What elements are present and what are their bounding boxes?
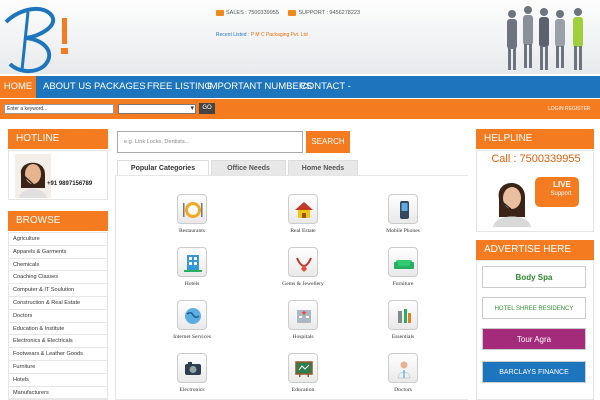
- service-item[interactable]: Footwears & Leather Goods: [9, 348, 107, 361]
- category-label: Mobile Phones: [386, 228, 420, 234]
- hotline-number: +91 9897156789: [47, 181, 93, 187]
- nav-free-listing[interactable]: FREE LISTING: [147, 76, 212, 98]
- category-label: Restaurants: [178, 228, 206, 234]
- business-people-image: [507, 6, 583, 70]
- house-icon: [295, 202, 313, 218]
- live-badge-top: LIVE: [553, 180, 571, 189]
- category-label: Electronics: [179, 387, 205, 393]
- tab-popular-categories[interactable]: Popular Categories: [117, 160, 209, 175]
- go-button[interactable]: GO: [199, 103, 215, 114]
- category-restaurants[interactable]: Restaurants: [152, 194, 232, 234]
- nav-important-numbers[interactable]: IMPORTANT NUMBERS: [207, 76, 312, 98]
- category-label: Hospitals: [292, 334, 314, 340]
- hotline-box: +91 9897156789: [8, 150, 108, 200]
- nav-contact[interactable]: CONTACT -: [300, 76, 351, 98]
- sales-number: SALES : 7500339955: [226, 10, 279, 17]
- advertise-box: Body Spa HOTEL SHREE RESIDENCY Tour Agra…: [476, 260, 594, 400]
- category-grid: Restaurants Real Estate Mobile Phones Ho…: [115, 175, 468, 400]
- support-number: SUPPORT : 9456278223: [298, 10, 360, 17]
- helpline-title: HELPLINE: [476, 129, 594, 149]
- camera-icon: [185, 362, 201, 375]
- main-nav: HOME ABOUT US PACKAGES FREE LISTING IMPO…: [0, 76, 600, 98]
- keyword-input[interactable]: Enter a keyword...: [4, 104, 114, 114]
- service-item[interactable]: Doctors: [9, 310, 107, 323]
- browse-services-title: BROWSE SERVICES: [8, 211, 108, 246]
- service-item[interactable]: Construction & Real Estate: [9, 297, 107, 310]
- operator-avatar: [15, 154, 51, 198]
- service-item[interactable]: Furniture: [9, 361, 107, 374]
- sofa-icon: [394, 260, 414, 269]
- hotline-title: HOTLINE: [8, 129, 108, 149]
- category-label: Education: [291, 387, 315, 393]
- recent-listed: Recent Listed : P M C Packaging Pvt. Ltd: [216, 32, 308, 38]
- helpline-box: Call : 7500339955 LIVE Support: [476, 150, 594, 232]
- tab-office-needs[interactable]: Office Needs: [211, 160, 286, 175]
- category-label: Essentials: [391, 334, 415, 340]
- service-item[interactable]: Coaching Classes: [9, 271, 107, 285]
- category-electronics[interactable]: Electronics: [152, 353, 232, 393]
- essentials-icon: [398, 309, 411, 323]
- jewellery-icon: [296, 257, 312, 272]
- category-label: Furniture: [392, 281, 414, 287]
- service-item[interactable]: Chemicals: [9, 259, 107, 272]
- main-search-input[interactable]: e.g. Link Locks, Dentists...: [117, 131, 303, 153]
- service-item[interactable]: Electronics & Electricals: [9, 335, 107, 349]
- service-item[interactable]: Education & Institute: [9, 323, 107, 336]
- hospital-icon: [297, 310, 311, 323]
- mobile-phone-icon: [400, 201, 409, 219]
- globe-icon: [185, 308, 201, 324]
- category-internet-services[interactable]: Internet Services: [152, 300, 232, 340]
- service-item[interactable]: Manufacturers: [9, 387, 107, 400]
- category-label: Gems & Jewellery: [282, 281, 324, 287]
- service-item[interactable]: Hotels: [9, 374, 107, 387]
- category-essentials[interactable]: Essentials: [363, 300, 443, 340]
- category-furniture[interactable]: Furniture: [363, 247, 443, 287]
- category-real-estate[interactable]: Real Estate: [263, 194, 343, 234]
- contact-info: SALES : 7500339955 SUPPORT : 9456278223: [216, 10, 368, 16]
- category-select[interactable]: [118, 104, 196, 114]
- nav-home[interactable]: HOME: [0, 76, 36, 98]
- ad-banner-tour-agra[interactable]: Tour Agra: [482, 328, 586, 350]
- service-item[interactable]: Computer & IT Soulution: [9, 284, 107, 297]
- register-link[interactable]: REGISTER: [565, 106, 591, 112]
- search-button[interactable]: SEARCH: [306, 131, 350, 153]
- category-label: Doctors: [394, 387, 412, 393]
- site-header: SALES : 7500339955 SUPPORT : 9456278223 …: [0, 0, 600, 74]
- service-item[interactable]: Agriculture: [9, 233, 107, 246]
- category-hospitals[interactable]: Hospitals: [263, 300, 343, 340]
- login-link[interactable]: LOGIN: [548, 106, 564, 112]
- phone-icon: [288, 10, 297, 16]
- recent-label: Recent Listed :: [216, 32, 250, 38]
- category-education[interactable]: Education: [263, 353, 343, 393]
- ad-banner-body-spa[interactable]: Body Spa: [482, 266, 586, 288]
- auth-links: LOGIN REGISTER: [548, 106, 591, 112]
- advertise-title: ADVERTISE HERE: [476, 240, 594, 260]
- category-mobile-phones[interactable]: Mobile Phones: [363, 194, 443, 234]
- doctor-icon: [397, 361, 411, 379]
- phone-icon: [216, 10, 224, 16]
- category-label: Internet Services: [173, 334, 211, 340]
- category-label: Hotels: [184, 281, 200, 287]
- nav-about-us[interactable]: ABOUT US: [43, 76, 91, 98]
- category-label: Real Estate: [290, 228, 316, 234]
- ad-banner-barclays[interactable]: BARCLAYS FINANCE: [482, 361, 586, 383]
- recent-value[interactable]: P M C Packaging Pvt. Ltd: [251, 32, 308, 38]
- chalkboard-icon: [295, 361, 313, 377]
- ad-banner-hotel[interactable]: HOTEL SHREE RESIDENCY: [482, 297, 586, 319]
- category-gems-jewellery[interactable]: Gems & Jewellery: [263, 247, 343, 287]
- tab-home-needs[interactable]: Home Needs: [288, 160, 358, 175]
- hotel-icon: [184, 255, 202, 272]
- restaurant-icon: [183, 202, 203, 218]
- live-badge-bottom: Support: [550, 191, 572, 197]
- service-item[interactable]: Apparels & Garments: [9, 246, 107, 259]
- category-hotels[interactable]: Hotels: [152, 247, 232, 287]
- helpline-number: Call : 7500339955: [491, 153, 581, 165]
- site-logo[interactable]: [0, 0, 80, 74]
- category-doctors[interactable]: Doctors: [363, 353, 443, 393]
- nav-packages[interactable]: PACKAGES: [94, 76, 146, 98]
- browse-services-list: Agriculture Apparels & Garments Chemical…: [8, 232, 108, 400]
